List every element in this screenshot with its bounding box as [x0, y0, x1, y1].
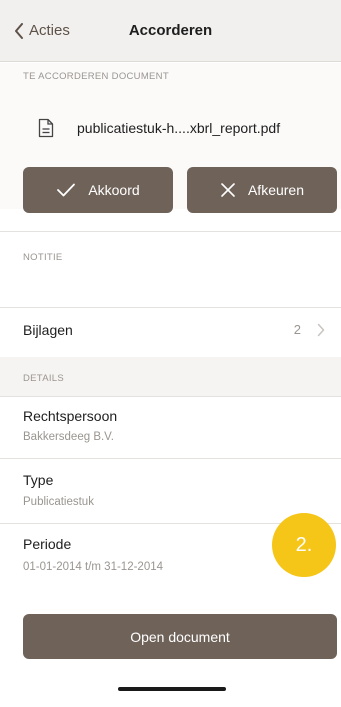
- attachments-count: 2: [293, 322, 301, 337]
- detail-value-period: 01-01-2014 t/m 31-12-2014: [23, 561, 164, 573]
- close-icon: [221, 183, 235, 197]
- divider: [0, 458, 341, 459]
- approve-button[interactable]: Akkoord: [23, 167, 173, 213]
- detail-label-legal-entity: Rechtspersoon: [23, 408, 118, 424]
- detail-label-period: Periode: [23, 536, 72, 552]
- attachments-label: Bijlagen: [23, 322, 73, 338]
- step-badge: 2.: [272, 513, 336, 577]
- checkmark-icon: [57, 183, 76, 197]
- open-document-button[interactable]: Open document: [23, 614, 337, 659]
- reject-label: Afkeuren: [247, 182, 305, 198]
- document-icon: [38, 118, 54, 138]
- divider: [0, 231, 341, 232]
- section-label-document: TE ACCORDEREN DOCUMENT: [23, 71, 169, 82]
- open-document-label: Open document: [130, 628, 230, 645]
- page-title: Accorderen: [128, 22, 213, 39]
- detail-value-type: Publicatiestuk: [23, 496, 94, 508]
- section-label-note: NOTITIE: [23, 252, 63, 263]
- divider: [0, 396, 341, 397]
- document-file-name: publicatiestuk-h....xbrl_report.pdf: [77, 120, 281, 136]
- detail-label-type: Type: [23, 472, 54, 488]
- chevron-right-icon: [317, 323, 325, 337]
- approve-label: Akkoord: [88, 182, 140, 198]
- section-label-details: DETAILS: [23, 373, 64, 384]
- reject-button[interactable]: Afkeuren: [187, 167, 337, 213]
- home-indicator: [118, 687, 226, 691]
- document-row[interactable]: publicatiestuk-h....xbrl_report.pdf: [38, 118, 280, 138]
- detail-value-legal-entity: Bakkersdeeg B.V.: [23, 431, 114, 443]
- note-field[interactable]: [0, 268, 341, 306]
- navigation-bar: Acties Accorderen: [0, 0, 341, 62]
